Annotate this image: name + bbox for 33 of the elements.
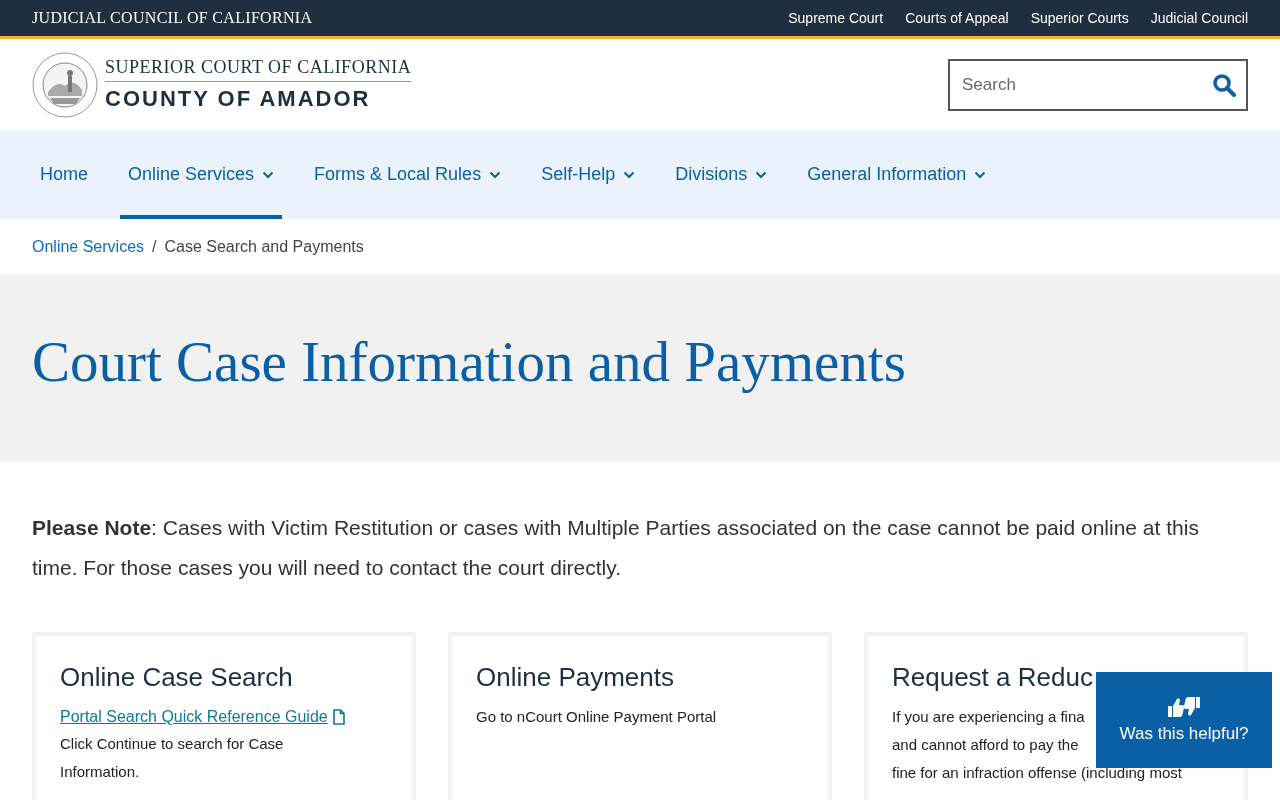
nav-tab[interactable]: Online Services <box>120 130 283 219</box>
nav-tab[interactable]: General Information <box>799 130 995 219</box>
county-name: COUNTY OF AMADOR <box>105 86 372 112</box>
card-text: If you are experiencing a fina <box>892 707 1085 727</box>
nav-tab[interactable]: Divisions <box>667 130 776 219</box>
top-link[interactable]: Superior Courts <box>1030 10 1129 26</box>
breadcrumb-separator: / <box>152 237 157 256</box>
seal-icon <box>32 51 98 118</box>
breadcrumb-current: Case Search and Payments <box>164 237 364 256</box>
card-title: Request a Reduc <box>892 662 1093 693</box>
search-field[interactable]: Search <box>948 58 1248 111</box>
note-text: Please Note: Cases with Victim Restitution or cases with Multiple Parties associated on the case cannot be paid online at this time. For those cases you will need to contact the court directly. <box>32 515 1200 581</box>
top-link[interactable]: Courts of Appeal <box>905 10 1009 26</box>
search-icon[interactable] <box>1212 72 1236 97</box>
top-link[interactable]: Supreme Court <box>788 10 884 26</box>
page-title: Court Case Information and Payments <box>32 328 906 394</box>
court-name: SUPERIOR COURT OF CALIFORNIA <box>105 57 412 82</box>
card-text: and cannot afford to pay the <box>892 735 1079 755</box>
guide-link[interactable]: Portal Search Quick Reference Guide <box>60 703 328 730</box>
feedback-button[interactable]: Was this helpful? <box>1096 672 1272 768</box>
card-text: Information. <box>60 762 140 782</box>
card-title: Online Payments <box>476 662 674 693</box>
document-icon <box>332 708 345 725</box>
card-text: Click Continue to search for Case <box>60 734 284 754</box>
card-text: Go to nCourt Online Payment Portal <box>476 707 717 727</box>
site-title: JUDICIAL COUNCIL OF CALIFORNIA <box>32 9 313 27</box>
breadcrumb-link[interactable]: Online Services <box>32 237 145 256</box>
nav-tab[interactable]: Home <box>32 130 96 219</box>
thumbs-icon <box>1166 696 1202 718</box>
card-title: Online Case Search <box>60 662 293 693</box>
nav-tab[interactable]: Forms & Local Rules <box>306 130 510 219</box>
top-link[interactable]: Judicial Council <box>1150 10 1248 26</box>
nav-tab[interactable]: Self-Help <box>533 130 644 219</box>
